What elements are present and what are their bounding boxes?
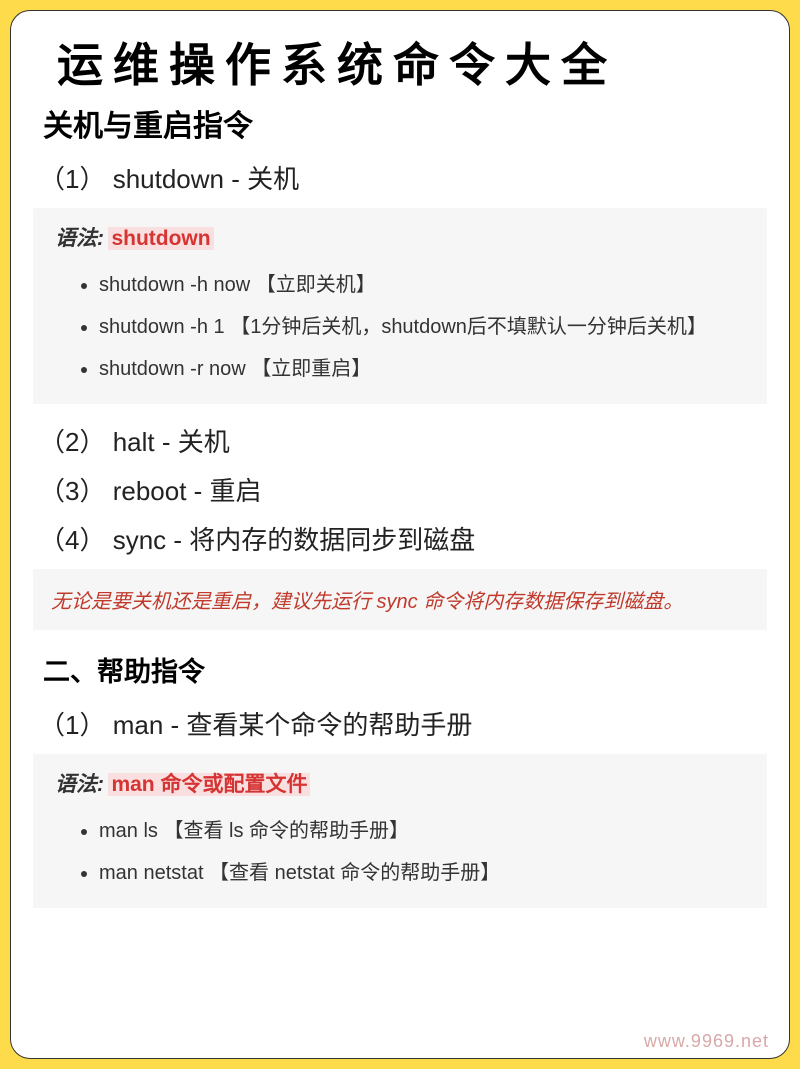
list-item: man netstat 【查看 netstat 命令的帮助手册】 <box>99 852 749 894</box>
cmd-num: （1） <box>39 164 105 194</box>
section1-heading: 关机与重启指令 <box>39 101 761 145</box>
man-code-block: 语法: man 命令或配置文件 man ls 【查看 ls 命令的帮助手册】 m… <box>33 754 767 908</box>
syntax-command: man 命令或配置文件 <box>108 773 310 796</box>
note-text: 无论是要关机还是重启，建议先运行 sync 命令将内存数据保存到磁盘。 <box>51 591 683 613</box>
list-item: man ls 【查看 ls 命令的帮助手册】 <box>99 810 749 852</box>
syntax-row: 语法: shutdown <box>55 222 749 252</box>
sync-note-block: 无论是要关机还是重启，建议先运行 sync 命令将内存数据保存到磁盘。 <box>33 569 767 630</box>
shutdown-code-block: 语法: shutdown shutdown -h now 【立即关机】 shut… <box>33 208 767 404</box>
cmd-item-man: （1） man - 查看某个命令的帮助手册 <box>39 705 761 742</box>
list-item: shutdown -r now 【立即重启】 <box>99 348 749 390</box>
cmd-text: man - 查看某个命令的帮助手册 <box>113 710 473 740</box>
syntax-label: 语法: <box>55 773 104 796</box>
cmd-item-2: （2） halt - 关机 <box>39 422 761 459</box>
cmd-text: halt - 关机 <box>113 427 230 457</box>
cmd-item-4: （4） sync - 将内存的数据同步到磁盘 <box>39 520 761 557</box>
cmd-num: （3） <box>39 476 105 506</box>
list-item: shutdown -h now 【立即关机】 <box>99 264 749 306</box>
cmd-item-3: （3） reboot - 重启 <box>39 471 761 508</box>
list-item: shutdown -h 1 【1分钟后关机，shutdown后不填默认一分钟后关… <box>99 306 749 348</box>
cmd-text: shutdown - 关机 <box>113 164 299 194</box>
syntax-command: shutdown <box>108 227 213 250</box>
syntax-label: 语法: <box>55 227 104 250</box>
cmd-num: （4） <box>39 525 105 555</box>
shutdown-bullet-list: shutdown -h now 【立即关机】 shutdown -h 1 【1分… <box>55 264 749 390</box>
cmd-num: （2） <box>39 427 105 457</box>
syntax-row: 语法: man 命令或配置文件 <box>55 768 749 798</box>
watermark-text: www.9969.net <box>644 1031 769 1052</box>
man-bullet-list: man ls 【查看 ls 命令的帮助手册】 man netstat 【查看 n… <box>55 810 749 894</box>
cmd-text: reboot - 重启 <box>113 476 262 506</box>
page-title: 运维操作系统命令大全 <box>39 29 761 95</box>
cmd-text: sync - 将内存的数据同步到磁盘 <box>113 525 476 555</box>
document-page: 运维操作系统命令大全 关机与重启指令 （1） shutdown - 关机 语法:… <box>10 10 790 1059</box>
cmd-item-1: （1） shutdown - 关机 <box>39 159 761 196</box>
section2-heading: 二、帮助指令 <box>39 650 761 689</box>
cmd-num: （1） <box>39 710 105 740</box>
